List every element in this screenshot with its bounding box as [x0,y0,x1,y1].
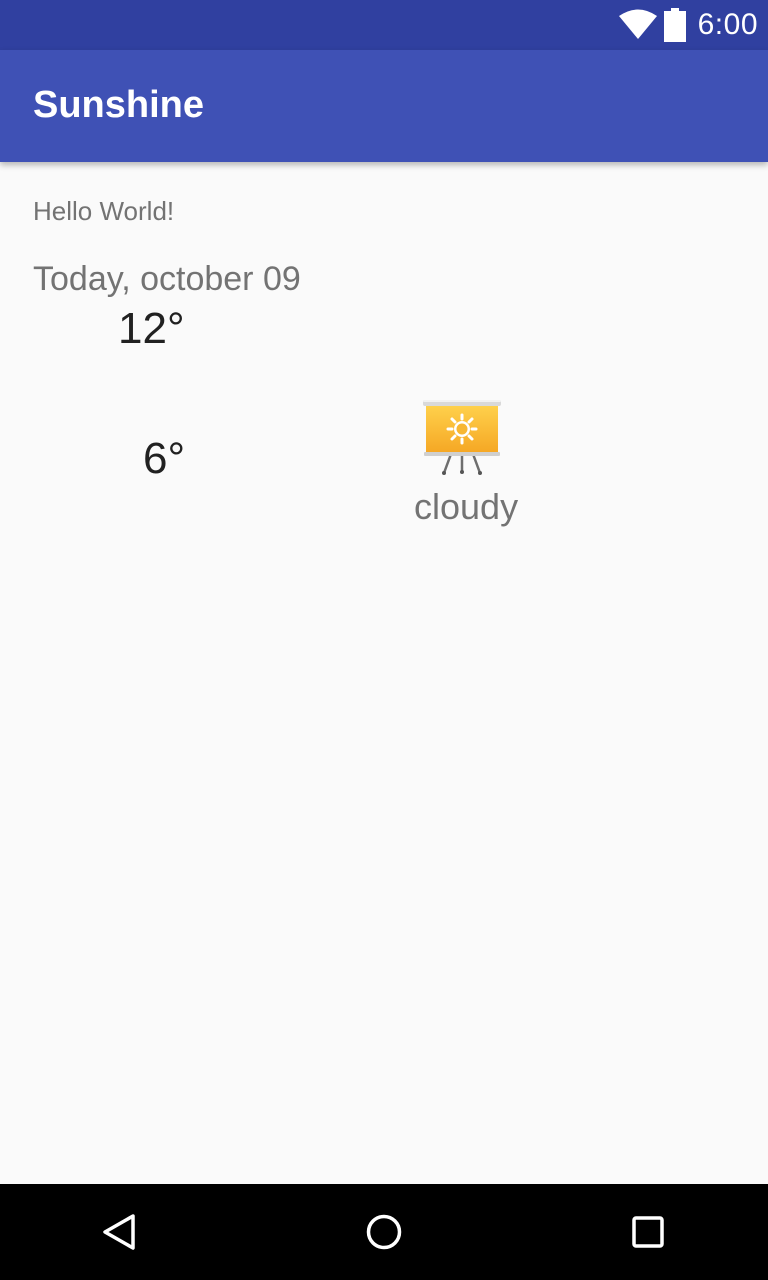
status-bar: 6:00 [0,0,768,50]
main-content: Hello World! Today, october 09 12° 6° cl… [0,162,768,1184]
screen: 6:00 Sunshine Hello World! Today, octobe… [0,0,768,1280]
navigation-bar [0,1184,768,1280]
status-icons: 6:00 [618,0,758,50]
forecast-description: cloudy [414,486,519,527]
recent-apps-icon[interactable] [628,1212,668,1252]
forecast-date: Today, october 09 [33,260,301,298]
app-title: Sunshine [33,84,205,126]
low-temperature: 6° [143,434,186,483]
sun-icon [423,400,501,475]
hello-text: Hello World! [33,196,175,226]
home-icon[interactable] [364,1212,404,1252]
status-time: 6:00 [697,8,758,41]
wifi-icon [618,9,657,39]
back-icon[interactable] [100,1212,140,1252]
high-temperature: 12° [118,304,185,353]
app-bar: Sunshine [0,50,768,162]
battery-icon [663,8,686,42]
